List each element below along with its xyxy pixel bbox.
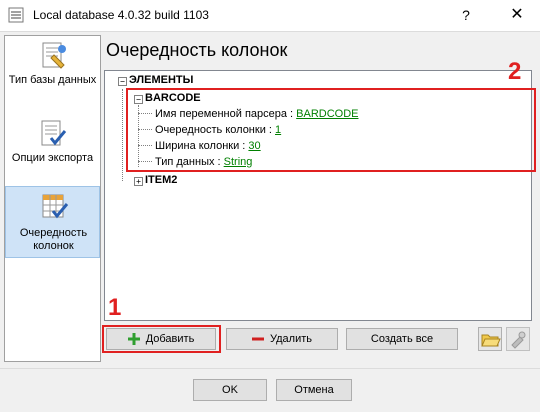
sidebar-item-label: Очередность колонок — [19, 227, 88, 252]
tree-toggle-expand[interactable]: + — [134, 177, 143, 186]
settings-tool-icon[interactable] — [506, 327, 530, 351]
tree-toggle-collapse[interactable]: − — [118, 77, 127, 86]
annotation-highlight-box — [102, 325, 221, 353]
close-button[interactable]: ✕ — [503, 4, 531, 26]
tree-node-root[interactable]: ЭЛЕМЕНТЫ — [129, 74, 193, 86]
open-folder-icon[interactable] — [478, 327, 502, 351]
title-bar: Local database 4.0.32 build 1103 ? ✕ — [0, 0, 540, 32]
sidebar-item-label: Тип базы данных — [8, 74, 97, 86]
export-options-icon — [41, 120, 67, 146]
database-type-icon — [42, 42, 66, 69]
ok-button[interactable]: OK — [193, 379, 267, 401]
window-title: Local database 4.0.32 build 1103 — [33, 8, 209, 22]
app-icon — [8, 7, 24, 23]
help-button[interactable]: ? — [455, 5, 477, 25]
tree-connector — [122, 89, 123, 181]
page-title: Очередность колонок — [106, 40, 288, 60]
annotation-number-1: 1 — [108, 294, 122, 321]
annotation-number-2: 2 — [508, 58, 522, 85]
tree-node-item2[interactable]: ITEM2 — [145, 174, 177, 186]
sidebar-item-export-options[interactable]: Опции экспорта — [5, 116, 100, 184]
minus-icon — [252, 337, 264, 341]
sidebar-item-database-type[interactable]: Тип базы данных — [5, 38, 100, 106]
cancel-button[interactable]: Отмена — [276, 379, 352, 401]
annotation-highlight-box — [126, 88, 536, 172]
create-all-button-label: Создать все — [370, 333, 434, 345]
create-all-button[interactable]: Создать все — [346, 328, 458, 350]
sidebar-item-column-order[interactable]: Очередность колонок — [5, 186, 100, 258]
delete-button[interactable]: Удалить — [226, 328, 338, 350]
dialog-footer: OK Отмена — [0, 368, 540, 412]
sidebar: Тип базы данных Опции экспорта Очереднос… — [4, 35, 101, 362]
delete-button-label: Удалить — [270, 333, 312, 345]
column-order-icon — [42, 194, 69, 219]
sidebar-item-label: Опции экспорта — [11, 152, 94, 164]
